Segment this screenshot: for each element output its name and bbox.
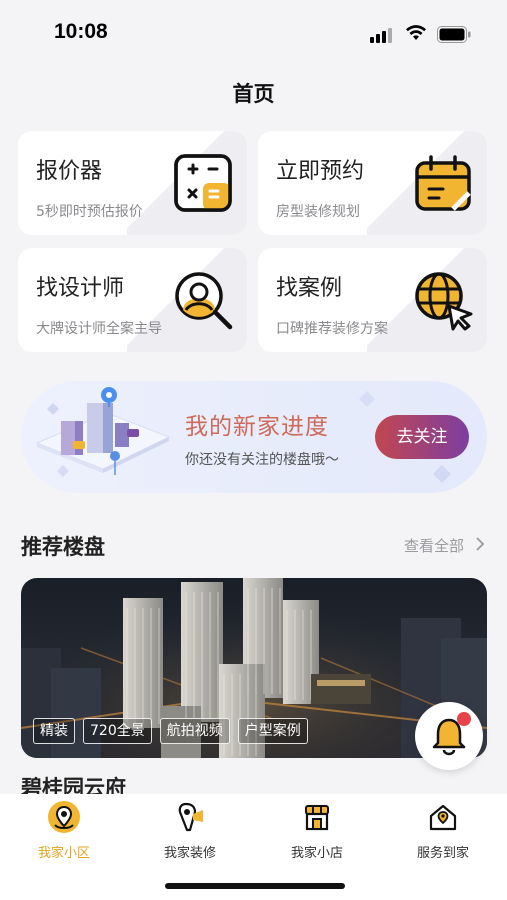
property-tags: 精装 720全景 航拍视频 户型案例 bbox=[33, 718, 308, 744]
notification-button[interactable] bbox=[415, 702, 483, 770]
tag: 航拍视频 bbox=[159, 718, 230, 744]
card-subtitle: 大牌设计师全案主导 bbox=[36, 321, 162, 337]
card-subtitle: 口碑推荐装修方案 bbox=[276, 321, 388, 337]
book-appointment-card[interactable]: 立即预约 房型装修规划 bbox=[258, 131, 487, 235]
home-service-icon bbox=[429, 804, 457, 831]
home-indicator bbox=[165, 883, 345, 889]
renovation-icon bbox=[178, 802, 203, 832]
notification-badge bbox=[457, 712, 471, 726]
section-title: 推荐楼盘 bbox=[21, 535, 105, 559]
find-cases-card[interactable]: 找案例 口碑推荐装修方案 bbox=[258, 248, 487, 352]
status-bar: 10:08 bbox=[0, 0, 507, 64]
card-title: 找案例 bbox=[276, 276, 343, 301]
project-name[interactable]: 碧桂园云府 bbox=[21, 772, 126, 794]
cellular-signal-icon bbox=[370, 27, 396, 43]
designer-search-icon bbox=[175, 272, 233, 330]
tab-my-community[interactable]: 我家小区 bbox=[9, 800, 119, 861]
tab-label: 我家装修 bbox=[163, 846, 216, 861]
wifi-icon bbox=[406, 25, 426, 40]
find-designer-card[interactable]: 找设计师 大牌设计师全案主导 bbox=[18, 248, 247, 352]
community-location-icon bbox=[48, 801, 80, 833]
quote-calculator-card[interactable]: 报价器 5秒即时预估报价 bbox=[18, 131, 247, 235]
battery-icon bbox=[437, 26, 471, 43]
tag: 720全景 bbox=[83, 718, 152, 744]
city-map-illustration bbox=[35, 387, 171, 477]
diamond-decoration bbox=[433, 465, 451, 483]
card-subtitle: 房型装修规划 bbox=[276, 204, 360, 220]
card-title: 报价器 bbox=[36, 159, 103, 184]
tab-my-renovation[interactable]: 我家装修 bbox=[135, 800, 245, 861]
follow-button[interactable]: 去关注 bbox=[375, 415, 469, 459]
card-title: 找设计师 bbox=[36, 276, 125, 301]
diamond-decoration bbox=[359, 391, 375, 407]
shop-icon bbox=[305, 805, 329, 831]
calculator-icon bbox=[174, 154, 232, 212]
banner-subtitle: 你还没有关注的楼盘哦～ bbox=[185, 452, 339, 468]
view-all-link[interactable]: 查看全部 bbox=[404, 535, 464, 556]
globe-cursor-icon bbox=[415, 272, 473, 331]
new-home-progress-banner[interactable]: 我的新家进度 你还没有关注的楼盘哦～ 去关注 bbox=[21, 381, 487, 493]
page-title: 首页 bbox=[232, 82, 275, 106]
card-subtitle: 5秒即时预估报价 bbox=[36, 204, 143, 220]
tab-label: 服务到家 bbox=[416, 846, 469, 861]
banner-title: 我的新家进度 bbox=[185, 414, 329, 440]
card-title: 立即预约 bbox=[276, 159, 365, 184]
tag: 户型案例 bbox=[237, 718, 308, 744]
chevron-right-icon[interactable] bbox=[474, 537, 486, 551]
tag: 精装 bbox=[33, 718, 75, 744]
tab-label: 我家小店 bbox=[290, 846, 343, 861]
tab-label: 我家小区 bbox=[37, 846, 90, 861]
calendar-icon bbox=[415, 155, 471, 211]
tab-home-service[interactable]: 服务到家 bbox=[388, 800, 498, 861]
status-time: 10:08 bbox=[54, 20, 108, 43]
tab-my-shop[interactable]: 我家小店 bbox=[262, 800, 372, 861]
